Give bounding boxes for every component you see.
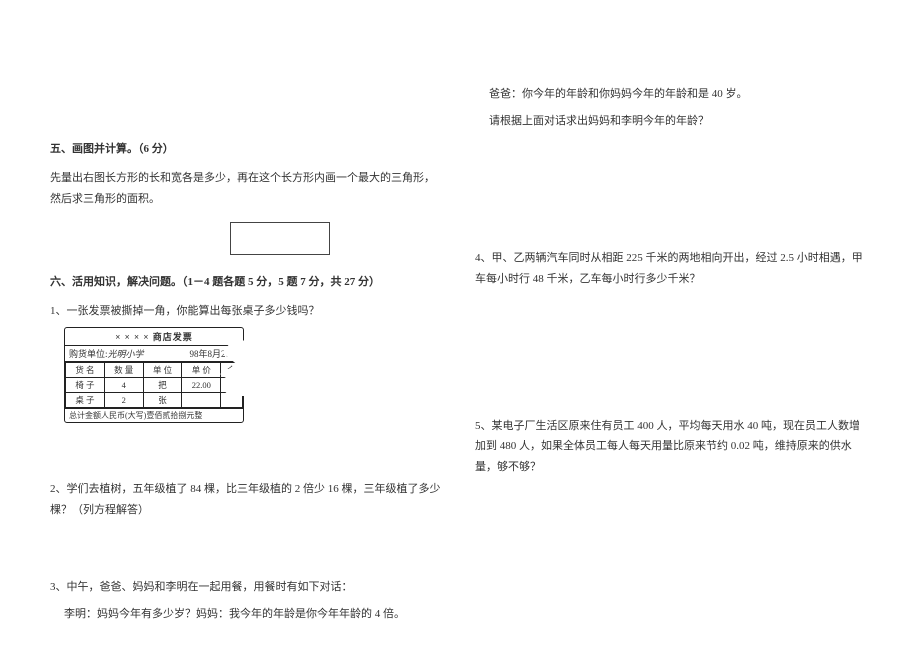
col-name: 货 名 bbox=[66, 363, 105, 378]
q4-text: 4、甲、乙两辆汽车同时从相距 225 千米的两地相向开出，经过 2.5 小时相遇… bbox=[475, 248, 870, 290]
col-unit: 单 位 bbox=[143, 363, 182, 378]
question-3: 3、中午，爸爸、妈妈和李明在一起用餐，用餐时有如下对话： 李明：妈妈今年有多少岁… bbox=[50, 577, 445, 631]
invoice-total: 总计金额人民币(大写)壹佰贰拾捌元整 bbox=[65, 408, 243, 422]
col-qty: 数 量 bbox=[104, 363, 143, 378]
section-6-title: 六、活用知识，解决问题。（1－4 题各题 5 分，5 题 7 分，共 27 分） bbox=[50, 273, 445, 293]
rectangle-figure bbox=[230, 222, 330, 255]
col-price: 单 价 bbox=[182, 363, 221, 378]
table-row: 桌 子 2 张 bbox=[66, 393, 243, 408]
section-5-text: 先量出右图长方形的长和宽各是多少，再在这个长方形内画一个最大的三角形，然后求三角… bbox=[50, 168, 445, 210]
section-5-title: 五、画图并计算。（6 分） bbox=[50, 140, 445, 160]
right-column: 爸爸：你今年的年龄和你妈妈今年的年龄和是 40 岁。 请根据上面对话求出妈妈和李… bbox=[475, 60, 870, 631]
invoice-table: 货 名 数 量 单 位 单 价 金 椅 子 4 把 22.00 桌 子 2 张 bbox=[65, 362, 243, 408]
invoice-unit: 购货单位:光明小学 bbox=[69, 347, 144, 360]
q3-cont-line2: 请根据上面对话求出妈妈和李明今年的年龄？ bbox=[475, 111, 870, 132]
question-2: 2、学们去植树，五年级植了 84 棵，比三年级植的 2 倍少 16 棵，三年级植… bbox=[50, 479, 445, 527]
q5-text: 5、某电子厂生活区原来住有员工 400 人，平均每天用水 40 吨，现在员工人数… bbox=[475, 416, 870, 479]
left-column: 五、画图并计算。（6 分） 先量出右图长方形的长和宽各是多少，再在这个长方形内画… bbox=[50, 60, 445, 631]
question-5: 5、某电子厂生活区原来住有员工 400 人，平均每天用水 40 吨，现在员工人数… bbox=[475, 416, 870, 485]
q1-text: 1、一张发票被撕掉一角，你能算出每张桌子多少钱吗？ bbox=[50, 301, 445, 322]
table-row: 椅 子 4 把 22.00 bbox=[66, 378, 243, 393]
q3-line2: 李明：妈妈今年有多少岁？妈妈：我今年的年龄是你今年年龄的 4 倍。 bbox=[50, 604, 445, 625]
invoice-header-row: 购货单位:光明小学 98年8月26日 bbox=[65, 346, 243, 362]
table-header-row: 货 名 数 量 单 位 单 价 金 bbox=[66, 363, 243, 378]
q3-line1: 3、中午，爸爸、妈妈和李明在一起用餐，用餐时有如下对话： bbox=[50, 577, 445, 598]
q2-text: 2、学们去植树，五年级植了 84 棵，比三年级植的 2 倍少 16 棵，三年级植… bbox=[50, 479, 445, 521]
question-1: 1、一张发票被撕掉一角，你能算出每张桌子多少钱吗？ × × × × 商店发票 购… bbox=[50, 301, 445, 430]
invoice-title: × × × × 商店发票 bbox=[65, 328, 243, 346]
q3-cont-line1: 爸爸：你今年的年龄和你妈妈今年的年龄和是 40 岁。 bbox=[475, 84, 870, 105]
invoice-receipt: × × × × 商店发票 购货单位:光明小学 98年8月26日 货 名 数 量 … bbox=[64, 327, 244, 423]
question-4: 4、甲、乙两辆汽车同时从相距 225 千米的两地相向开出，经过 2.5 小时相遇… bbox=[475, 248, 870, 296]
